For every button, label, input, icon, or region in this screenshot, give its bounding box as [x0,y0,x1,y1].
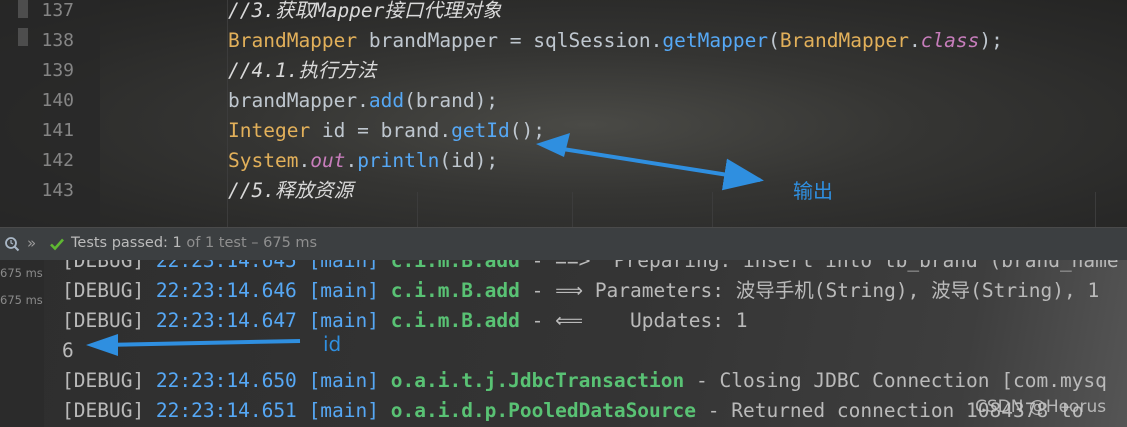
output-annotation-label: 输出 [793,179,833,203]
id-annotation-label: id [323,332,342,356]
watermark: CSDN @Hoorus [975,397,1107,417]
arrow-annotation-icon [86,133,764,356]
